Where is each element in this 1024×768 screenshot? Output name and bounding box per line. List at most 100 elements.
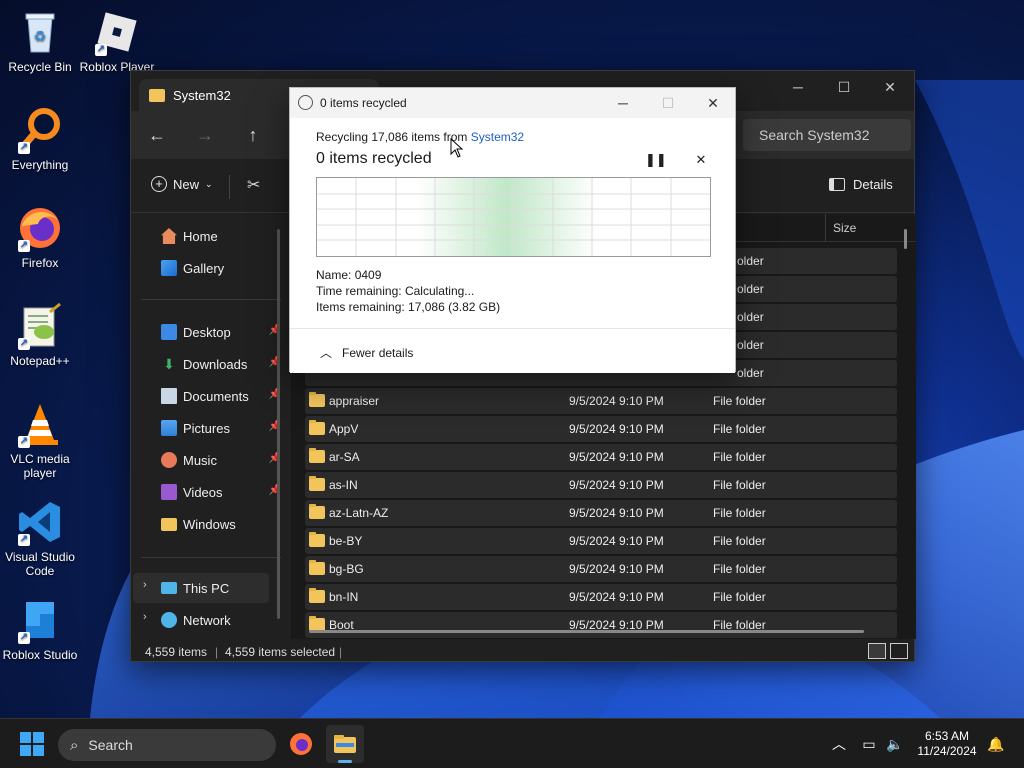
sidebar-label: Gallery bbox=[183, 260, 225, 276]
table-row[interactable]: ar-SA 9/5/2024 9:10 PM File folder bbox=[305, 444, 897, 470]
expand-chevron-icon[interactable]: › bbox=[143, 611, 147, 623]
close-button[interactable]: ✕ bbox=[867, 71, 913, 103]
up-arrow-icon[interactable]: ↑ bbox=[241, 123, 265, 147]
row-name: AppV bbox=[329, 422, 359, 436]
dialog-subtitle: Recycling 17,086 items from System32 bbox=[316, 130, 524, 144]
minimize-button[interactable]: ─ bbox=[775, 71, 821, 103]
sidebar-label: Videos bbox=[183, 484, 223, 500]
row-date: 9/5/2024 9:10 PM bbox=[569, 590, 664, 604]
shortcut-arrow-icon: ↗ bbox=[18, 436, 30, 448]
volume-muted-icon[interactable]: 🔈 bbox=[886, 735, 904, 753]
table-row[interactable]: bg-BG 9/5/2024 9:10 PM File folder bbox=[305, 556, 897, 582]
desktop-icon-firefox[interactable]: ↗ Firefox bbox=[0, 204, 80, 270]
download-icon: ⬇ bbox=[163, 356, 175, 372]
folder-icon bbox=[309, 532, 325, 547]
sidebar-item-windows[interactable]: Windows bbox=[161, 512, 281, 536]
taskbar-clock[interactable]: 6:53 AM 11/24/2024 bbox=[912, 729, 982, 759]
video-icon bbox=[161, 484, 177, 500]
dialog-footer: ︿ Fewer details bbox=[290, 328, 735, 373]
taskbar-firefox[interactable] bbox=[282, 725, 320, 763]
dialog-close-button[interactable]: ✕ bbox=[698, 92, 728, 114]
sidebar-item-pictures[interactable]: Pictures 📌 bbox=[161, 416, 281, 440]
table-row[interactable]: az-Latn-AZ 9/5/2024 9:10 PM File folder bbox=[305, 500, 897, 526]
network-tray-icon[interactable]: ▭ bbox=[860, 735, 878, 753]
cut-icon[interactable]: ✂ bbox=[247, 175, 260, 195]
details-button[interactable]: Details bbox=[829, 177, 893, 192]
taskbar-search[interactable]: ⌕ Search bbox=[58, 729, 276, 761]
desktop-icon-vscode[interactable]: ↗ Visual Studio Code bbox=[0, 498, 80, 578]
table-row[interactable]: appraiser 9/5/2024 9:10 PM File folder bbox=[305, 388, 897, 414]
table-row[interactable]: as-IN 9/5/2024 9:10 PM File folder bbox=[305, 472, 897, 498]
active-indicator bbox=[338, 760, 352, 763]
table-row[interactable]: be-BY 9/5/2024 9:10 PM File folder bbox=[305, 528, 897, 554]
desktop-icon-roblox-player[interactable]: ↗ Roblox Player bbox=[77, 8, 157, 74]
windows-logo-icon bbox=[20, 732, 44, 756]
column-header-size[interactable]: Size bbox=[833, 221, 856, 235]
desktop-icon-roblox-studio[interactable]: ↗ Roblox Studio bbox=[0, 596, 80, 662]
cancel-button[interactable]: ✕ bbox=[691, 150, 711, 170]
nav-scrollbar[interactable] bbox=[277, 229, 280, 619]
row-date: 9/5/2024 9:10 PM bbox=[569, 422, 664, 436]
row-type-fragment: older bbox=[737, 366, 764, 380]
sidebar-item-videos[interactable]: Videos 📌 bbox=[161, 480, 281, 504]
sidebar-item-desktop[interactable]: Desktop 📌 bbox=[161, 320, 281, 344]
desktop-icon-notepadpp[interactable]: ↗ Notepad++ bbox=[0, 302, 80, 368]
clock-date: 11/24/2024 bbox=[917, 744, 977, 758]
row-type: File folder bbox=[713, 506, 766, 520]
table-row[interactable]: bn-IN 9/5/2024 9:10 PM File folder bbox=[305, 584, 897, 610]
new-button[interactable]: + New ⌄ bbox=[151, 176, 213, 192]
table-row[interactable]: Boot 9/5/2024 9:10 PM File folder bbox=[305, 612, 897, 638]
clock-icon bbox=[298, 95, 313, 110]
folder-icon bbox=[309, 560, 325, 575]
dialog-maximize-button[interactable]: ☐ bbox=[653, 92, 683, 114]
file-list-vscroll[interactable] bbox=[904, 229, 907, 249]
file-list-hscroll[interactable] bbox=[309, 630, 864, 633]
desktop-icon-recycle-bin[interactable]: ♻ Recycle Bin bbox=[0, 8, 80, 74]
sidebar-label: Windows bbox=[183, 516, 236, 532]
folder-icon bbox=[309, 476, 325, 491]
time-remaining-row: Time remaining: Calculating... bbox=[316, 284, 474, 298]
progress-graph bbox=[316, 177, 711, 257]
row-type-fragment: older bbox=[737, 338, 764, 352]
sidebar-item-documents[interactable]: Documents 📌 bbox=[161, 384, 281, 408]
row-name: bg-BG bbox=[329, 562, 364, 576]
sidebar-item-music[interactable]: Music 📌 bbox=[161, 448, 281, 472]
details-pane-icon bbox=[829, 178, 845, 191]
forward-arrow-icon[interactable]: → bbox=[193, 123, 217, 147]
large-icons-view-icon[interactable] bbox=[890, 643, 908, 659]
maximize-button[interactable]: ☐ bbox=[821, 71, 867, 103]
show-hidden-icons-chevron[interactable]: ︿ bbox=[830, 735, 848, 753]
sidebar-item-this-pc[interactable]: This PC bbox=[161, 576, 281, 600]
dialog-titlebar[interactable]: 0 items recycled ─ ☐ ✕ bbox=[290, 88, 735, 118]
sidebar-item-network[interactable]: Network bbox=[161, 608, 281, 632]
taskbar-file-explorer[interactable] bbox=[326, 725, 364, 763]
sidebar-label: Home bbox=[183, 228, 218, 244]
sidebar-label: Network bbox=[183, 612, 231, 628]
items-remaining-row: Items remaining: 17,086 (3.82 GB) bbox=[316, 300, 500, 314]
sidebar-item-downloads[interactable]: ⬇ Downloads 📌 bbox=[161, 352, 281, 376]
notification-bell-icon[interactable]: 🔔 bbox=[987, 735, 1005, 753]
dialog-minimize-button[interactable]: ─ bbox=[608, 92, 638, 114]
network-icon bbox=[161, 612, 177, 628]
source-folder-link[interactable]: System32 bbox=[471, 130, 524, 144]
desktop-icon-everything[interactable]: ↗ Everything bbox=[0, 106, 80, 172]
desktop-icon-vlc[interactable]: ↗ VLC media player bbox=[0, 400, 80, 480]
back-arrow-icon[interactable]: ← bbox=[145, 123, 169, 147]
row-date: 9/5/2024 9:10 PM bbox=[569, 394, 664, 408]
fewer-details-button[interactable]: ︿ Fewer details bbox=[320, 344, 413, 361]
new-button-label: New bbox=[173, 176, 200, 192]
sidebar-label: Documents bbox=[183, 388, 249, 404]
expand-chevron-icon[interactable]: › bbox=[143, 579, 147, 591]
computer-icon bbox=[161, 582, 177, 594]
sidebar-item-gallery[interactable]: Gallery bbox=[161, 256, 281, 280]
shortcut-arrow-icon: ↗ bbox=[18, 534, 30, 546]
pause-button[interactable]: ❚❚ bbox=[645, 150, 667, 170]
row-date: 9/5/2024 9:10 PM bbox=[569, 506, 664, 520]
table-row[interactable]: AppV 9/5/2024 9:10 PM File folder bbox=[305, 416, 897, 442]
search-input[interactable]: Search System32 bbox=[743, 119, 911, 151]
recycle-progress-dialog[interactable]: 0 items recycled ─ ☐ ✕ Recycling 17,086 … bbox=[289, 87, 736, 373]
details-view-icon[interactable] bbox=[868, 643, 886, 659]
sidebar-item-home[interactable]: Home bbox=[161, 224, 281, 248]
sidebar-label: Downloads bbox=[183, 356, 248, 372]
start-button[interactable] bbox=[20, 732, 44, 756]
